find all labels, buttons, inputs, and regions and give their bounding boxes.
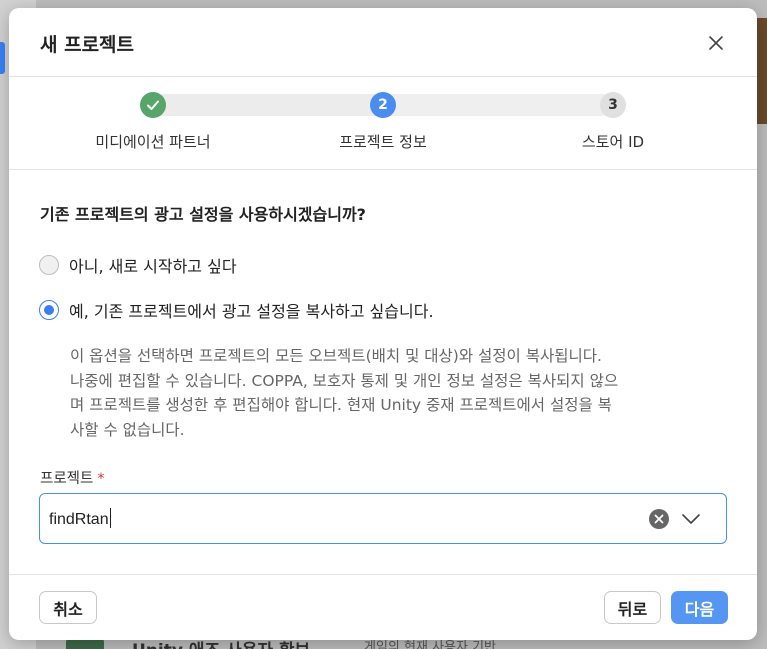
background-nav-indicator (0, 42, 5, 74)
close-icon (709, 36, 723, 50)
settings-question: 기존 프로젝트의 광고 설정을 사용하시겠습니까? (40, 205, 366, 224)
option-start-fresh-label: 아니, 새로 시작하고 싶다 (69, 257, 237, 276)
description-line: 며 프로젝트를 생성한 후 편집해야 합니다. 현재 Unity 중재 프로젝트… (70, 396, 612, 414)
check-icon (147, 100, 159, 110)
stepper-track-progress (153, 94, 383, 116)
chevron-down-icon (682, 514, 700, 524)
step-3-label: 스토어 ID (581, 133, 645, 151)
dialog-title: 새 프로젝트 (40, 34, 135, 56)
description-line: 나중에 편집할 수 있습니다. COPPA, 보호자 통제 및 개인 정보 설정… (70, 371, 619, 390)
project-field-label-text: 프로젝트 (40, 471, 94, 487)
option-start-fresh[interactable]: 아니, 새로 시작하고 싶다 (39, 253, 237, 277)
step-1-label: 미디에이션 파트너 (95, 133, 211, 151)
required-mark: * (97, 471, 105, 487)
option-copy-settings[interactable]: 예, 기존 프로젝트에서 광고 설정을 복사하고 싶습니다. (39, 298, 434, 322)
project-select-value[interactable]: findRtan (49, 508, 111, 529)
project-select-text: findRtan (49, 511, 109, 528)
description-line: 사할 수 없습니다. (70, 420, 185, 439)
description-line: 이 옵션을 선택하면 프로젝트의 모든 오브젝트(배치 및 대상)와 설정이 복… (70, 347, 602, 365)
back-button[interactable]: 뒤로 (604, 591, 661, 624)
radio-start-fresh[interactable] (39, 255, 59, 275)
radio-copy-settings[interactable] (39, 300, 59, 320)
option-copy-settings-label: 예, 기존 프로젝트에서 광고 설정을 복사하고 싶습니다. (69, 302, 434, 321)
background-thumbnail (757, 18, 767, 124)
project-select[interactable]: findRtan (39, 493, 727, 544)
dropdown-toggle[interactable] (680, 508, 702, 530)
step-2-indicator: 2 (370, 92, 396, 118)
new-project-dialog: 새 프로젝트 2 3 미디에이션 파트너 프로젝트 정보 스토어 ID 기존 프… (9, 8, 757, 640)
clear-selection-button[interactable] (649, 509, 669, 529)
step-3-indicator: 3 (600, 92, 626, 118)
project-field-label: 프로젝트 * (40, 467, 105, 488)
copy-settings-description: 이 옵션을 선택하면 프로젝트의 모든 오브젝트(배치 및 대상)와 설정이 복… (70, 344, 735, 442)
step-1-indicator (140, 92, 166, 118)
dialog-header: 새 프로젝트 (9, 8, 757, 77)
text-cursor (109, 508, 111, 528)
next-button[interactable]: 다음 (671, 591, 728, 624)
step-2-label: 프로젝트 정보 (339, 133, 427, 151)
cancel-button[interactable]: 취소 (39, 591, 97, 624)
close-button[interactable] (705, 32, 727, 54)
clear-icon (654, 514, 664, 524)
